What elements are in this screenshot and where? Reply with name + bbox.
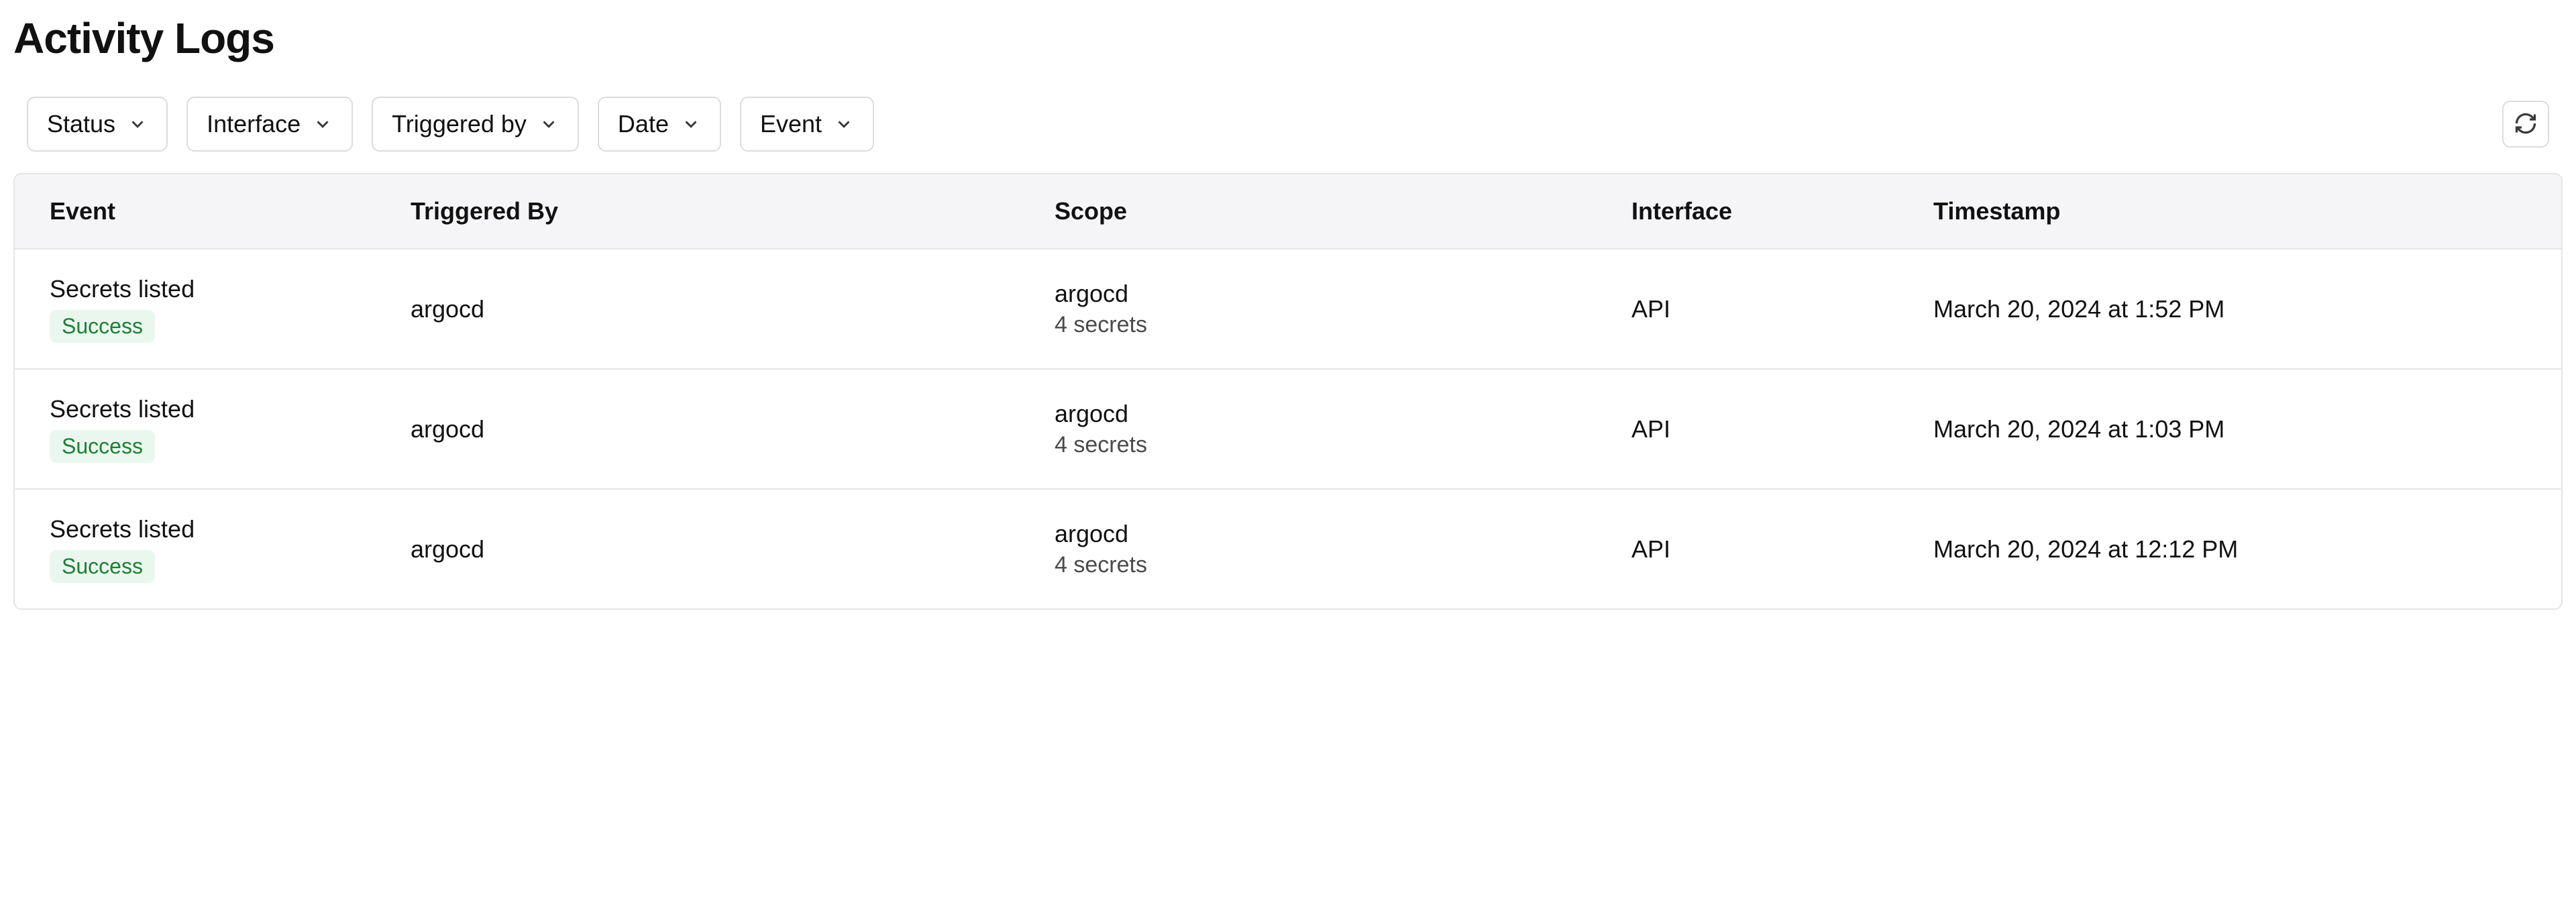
event-name: Secrets listed bbox=[50, 515, 195, 543]
scope-secondary: 4 secrets bbox=[1055, 552, 1631, 578]
table-header: Event Triggered By Scope Interface Times… bbox=[15, 174, 2561, 250]
table-row[interactable]: Secrets listed Success argocd argocd 4 s… bbox=[15, 250, 2561, 370]
interface-value: API bbox=[1631, 535, 1933, 563]
chevron-down-icon bbox=[313, 114, 333, 134]
filter-bar: Status Interface Triggered by Date Event bbox=[13, 97, 2563, 152]
timestamp-value: March 20, 2024 at 1:52 PM bbox=[1933, 295, 2561, 323]
refresh-button[interactable] bbox=[2502, 101, 2549, 148]
event-name: Secrets listed bbox=[50, 275, 195, 303]
filter-triggered-by-label: Triggered by bbox=[392, 110, 527, 138]
scope-secondary: 4 secrets bbox=[1055, 432, 1631, 458]
activity-table: Event Triggered By Scope Interface Times… bbox=[13, 173, 2563, 610]
filter-interface[interactable]: Interface bbox=[186, 97, 353, 152]
status-badge: Success bbox=[50, 430, 155, 463]
th-timestamp: Timestamp bbox=[1933, 174, 2561, 248]
th-scope: Scope bbox=[1055, 174, 1631, 248]
chevron-down-icon bbox=[834, 114, 854, 134]
filter-event[interactable]: Event bbox=[740, 97, 874, 152]
chevron-down-icon bbox=[539, 114, 559, 134]
interface-value: API bbox=[1631, 415, 1933, 443]
th-triggered-by: Triggered By bbox=[411, 174, 1055, 248]
event-name: Secrets listed bbox=[50, 395, 195, 423]
chevron-down-icon bbox=[681, 114, 701, 134]
table-row[interactable]: Secrets listed Success argocd argocd 4 s… bbox=[15, 370, 2561, 490]
scope-secondary: 4 secrets bbox=[1055, 312, 1631, 338]
refresh-icon bbox=[2514, 111, 2538, 138]
timestamp-value: March 20, 2024 at 12:12 PM bbox=[1933, 535, 2561, 563]
triggered-by-value: argocd bbox=[411, 415, 1055, 443]
status-badge: Success bbox=[50, 550, 155, 583]
triggered-by-value: argocd bbox=[411, 535, 1055, 563]
filter-date-label: Date bbox=[618, 110, 669, 138]
chevron-down-icon bbox=[127, 114, 148, 134]
scope-primary: argocd bbox=[1055, 520, 1631, 548]
status-badge: Success bbox=[50, 310, 155, 343]
th-interface: Interface bbox=[1631, 174, 1933, 248]
th-event: Event bbox=[15, 174, 411, 248]
filter-interface-label: Interface bbox=[207, 110, 301, 138]
timestamp-value: March 20, 2024 at 1:03 PM bbox=[1933, 415, 2561, 443]
triggered-by-value: argocd bbox=[411, 295, 1055, 323]
filter-triggered-by[interactable]: Triggered by bbox=[372, 97, 579, 152]
scope-primary: argocd bbox=[1055, 400, 1631, 428]
filter-event-label: Event bbox=[760, 110, 822, 138]
table-row[interactable]: Secrets listed Success argocd argocd 4 s… bbox=[15, 490, 2561, 608]
scope-primary: argocd bbox=[1055, 280, 1631, 308]
filter-date[interactable]: Date bbox=[598, 97, 721, 152]
interface-value: API bbox=[1631, 295, 1933, 323]
page-title: Activity Logs bbox=[13, 13, 2563, 63]
filter-status[interactable]: Status bbox=[27, 97, 168, 152]
filter-status-label: Status bbox=[47, 110, 115, 138]
